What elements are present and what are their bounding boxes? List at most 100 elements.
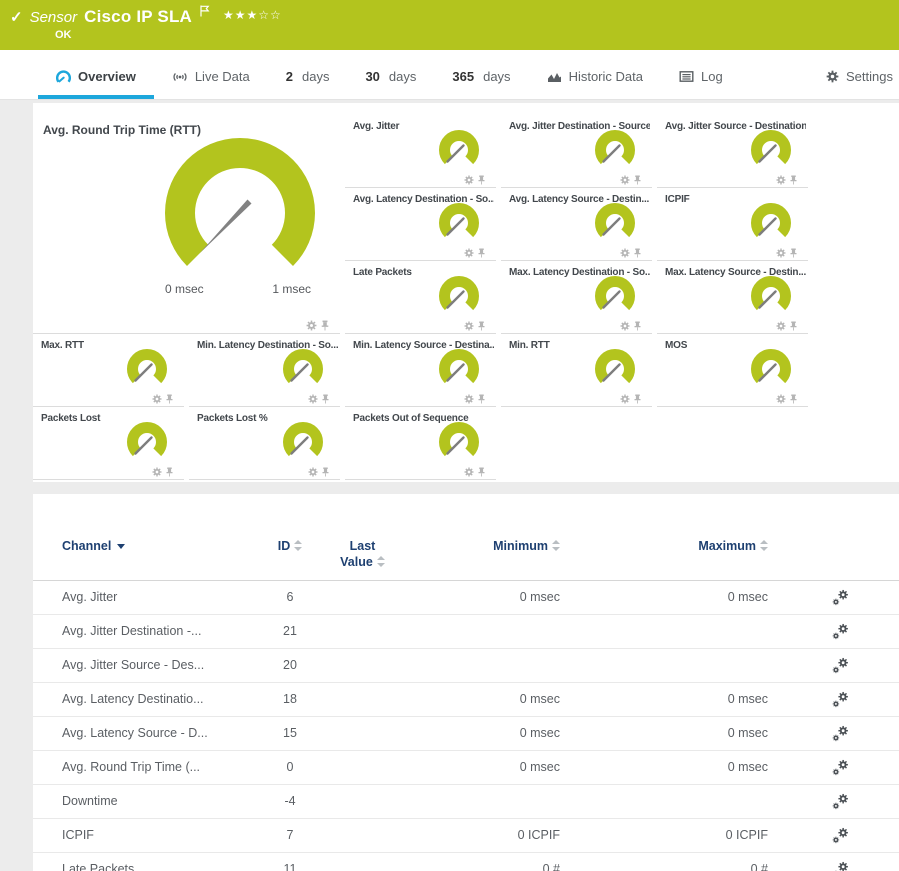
gauge-settings-gear-icon[interactable]	[620, 394, 630, 404]
gauge-settings-gear-icon[interactable]	[464, 248, 474, 258]
tab-historic-data[interactable]: Historic Data	[529, 69, 661, 99]
gauge-pin-icon[interactable]	[477, 394, 486, 404]
gauge-cell[interactable]: Max. Latency Destination - So...	[501, 261, 652, 334]
channel-name[interactable]: Avg. Jitter Source - Des...	[62, 658, 255, 672]
gauge-settings-gear-icon[interactable]	[776, 321, 786, 331]
channel-gears-icon[interactable]	[831, 861, 878, 871]
gauge-pin-icon[interactable]	[633, 394, 642, 404]
channels-table-panel: Channel ID LastValue Minimum Maximum Avg…	[33, 494, 899, 871]
column-header-channel[interactable]: Channel	[62, 538, 255, 554]
table-row[interactable]: Avg. Jitter Source - Des... 20	[33, 649, 899, 683]
gauge-cell[interactable]: Packets Lost %	[189, 407, 340, 480]
gauge-settings-gear-icon[interactable]	[464, 321, 474, 331]
channel-name[interactable]: Avg. Latency Destinatio...	[62, 692, 255, 706]
gauge-settings-gear-icon[interactable]	[464, 175, 474, 185]
tab-live-data[interactable]: Live Data	[154, 69, 268, 99]
channel-name[interactable]: Avg. Latency Source - D...	[62, 726, 255, 740]
channel-name[interactable]: Avg. Jitter Destination -...	[62, 624, 255, 638]
column-header-maximum[interactable]: Maximum	[560, 538, 768, 554]
gauge-pin-icon[interactable]	[477, 321, 486, 331]
gauge-settings-gear-icon[interactable]	[152, 467, 162, 477]
gauge-cell[interactable]: ICPIF	[657, 188, 808, 261]
tab-log[interactable]: Log	[661, 69, 741, 99]
gauge-pin-icon[interactable]	[321, 394, 330, 404]
channel-name[interactable]: Avg. Round Trip Time (...	[62, 760, 255, 774]
flag-icon[interactable]	[200, 4, 210, 22]
gauge-settings-gear-icon[interactable]	[620, 321, 630, 331]
table-row[interactable]: Avg. Round Trip Time (... 0 0 msec 0 mse…	[33, 751, 899, 785]
gauge-settings-gear-icon[interactable]	[776, 394, 786, 404]
table-row[interactable]: ICPIF 7 0 ICPIF 0 ICPIF	[33, 819, 899, 853]
channel-gears-icon[interactable]	[831, 793, 878, 810]
tab-365-days[interactable]: 365 days	[434, 69, 528, 99]
channel-name[interactable]: Downtime	[62, 794, 255, 808]
gauge-settings-gear-icon[interactable]	[620, 175, 630, 185]
channel-name[interactable]: ICPIF	[62, 828, 255, 842]
channel-gears-icon[interactable]	[831, 827, 878, 844]
channel-gears-icon[interactable]	[831, 725, 878, 742]
channel-gears-icon[interactable]	[831, 759, 878, 776]
gauge-pin-icon[interactable]	[789, 394, 798, 404]
gauge-settings-gear-icon[interactable]	[776, 175, 786, 185]
gauge-settings-gear-icon[interactable]	[776, 248, 786, 258]
gauge-settings-gear-icon[interactable]	[464, 394, 474, 404]
tab-30-days[interactable]: 30 days	[347, 69, 434, 99]
channel-name[interactable]: Late Packets	[62, 862, 255, 871]
gauge-pin-icon[interactable]	[789, 175, 798, 185]
gauge-cell[interactable]: Min. RTT	[501, 334, 652, 407]
gauge-cell[interactable]: Min. Latency Source - Destina...	[345, 334, 496, 407]
gauge-dial	[155, 135, 325, 275]
tab-2-days[interactable]: 2 days	[268, 69, 348, 99]
gauge-cell[interactable]: Min. Latency Destination - So...	[189, 334, 340, 407]
tab-settings[interactable]: Settings	[808, 69, 899, 99]
channel-gears-icon[interactable]	[831, 589, 878, 606]
gauge-pin-icon[interactable]	[633, 248, 642, 258]
channel-gears-icon[interactable]	[831, 691, 878, 708]
tab-overview[interactable]: Overview	[38, 69, 154, 99]
gauge-pin-icon[interactable]	[477, 248, 486, 258]
gauge-pin-icon[interactable]	[477, 467, 486, 477]
gauge-cell[interactable]: MOS	[657, 334, 808, 407]
gauge-settings-gear-icon[interactable]	[620, 248, 630, 258]
gauge-settings-gear-icon[interactable]	[308, 394, 318, 404]
gauge-cell-avg-rtt[interactable]: Avg. Round Trip Time (RTT) 0 msec 1 msec	[33, 115, 340, 334]
gauge-cell[interactable]: Packets Lost	[33, 407, 184, 480]
gear-icon	[826, 70, 839, 83]
gauge-cell[interactable]: Late Packets	[345, 261, 496, 334]
gauge-pin-icon[interactable]	[633, 175, 642, 185]
gauge-settings-gear-icon[interactable]	[152, 394, 162, 404]
column-header-minimum[interactable]: Minimum	[400, 538, 560, 554]
gauge-cell[interactable]: Packets Out of Sequence	[345, 407, 496, 480]
table-row[interactable]: Downtime -4	[33, 785, 899, 819]
gauge-settings-gear-icon[interactable]	[464, 467, 474, 477]
priority-stars[interactable]: ★★★☆☆	[223, 8, 282, 22]
gauge-pin-icon[interactable]	[320, 320, 330, 331]
gauge-pin-icon[interactable]	[477, 175, 486, 185]
gauge-pin-icon[interactable]	[165, 467, 174, 477]
channel-gears-icon[interactable]	[831, 623, 878, 640]
gauge-cell[interactable]: Avg. Jitter Destination - Source	[501, 115, 652, 188]
channel-name[interactable]: Avg. Jitter	[62, 590, 255, 604]
gauge-cell[interactable]: Avg. Jitter	[345, 115, 496, 188]
gauge-cell[interactable]: Avg. Latency Destination - So...	[345, 188, 496, 261]
gauge-pin-icon[interactable]	[165, 394, 174, 404]
table-row[interactable]: Avg. Latency Source - D... 15 0 msec 0 m…	[33, 717, 899, 751]
table-row[interactable]: Avg. Jitter Destination -... 21	[33, 615, 899, 649]
gauge-cell[interactable]: Avg. Jitter Source - Destination	[657, 115, 808, 188]
gauge-pin-icon[interactable]	[321, 467, 330, 477]
gauge-cell[interactable]: Max. RTT	[33, 334, 184, 407]
channel-gears-icon[interactable]	[831, 657, 878, 674]
column-header-id[interactable]: ID	[255, 538, 325, 554]
gauge-icon	[56, 70, 71, 84]
gauge-settings-gear-icon[interactable]	[306, 320, 317, 331]
table-row[interactable]: Late Packets 11 0 # 0 #	[33, 853, 899, 871]
gauge-cell[interactable]: Max. Latency Source - Destin...	[657, 261, 808, 334]
gauge-pin-icon[interactable]	[633, 321, 642, 331]
gauge-pin-icon[interactable]	[789, 248, 798, 258]
gauge-cell[interactable]: Avg. Latency Source - Destin...	[501, 188, 652, 261]
table-row[interactable]: Avg. Latency Destinatio... 18 0 msec 0 m…	[33, 683, 899, 717]
gauge-settings-gear-icon[interactable]	[308, 467, 318, 477]
gauge-pin-icon[interactable]	[789, 321, 798, 331]
column-header-last-value[interactable]: LastValue	[325, 538, 400, 571]
table-row[interactable]: Avg. Jitter 6 0 msec 0 msec	[33, 581, 899, 615]
